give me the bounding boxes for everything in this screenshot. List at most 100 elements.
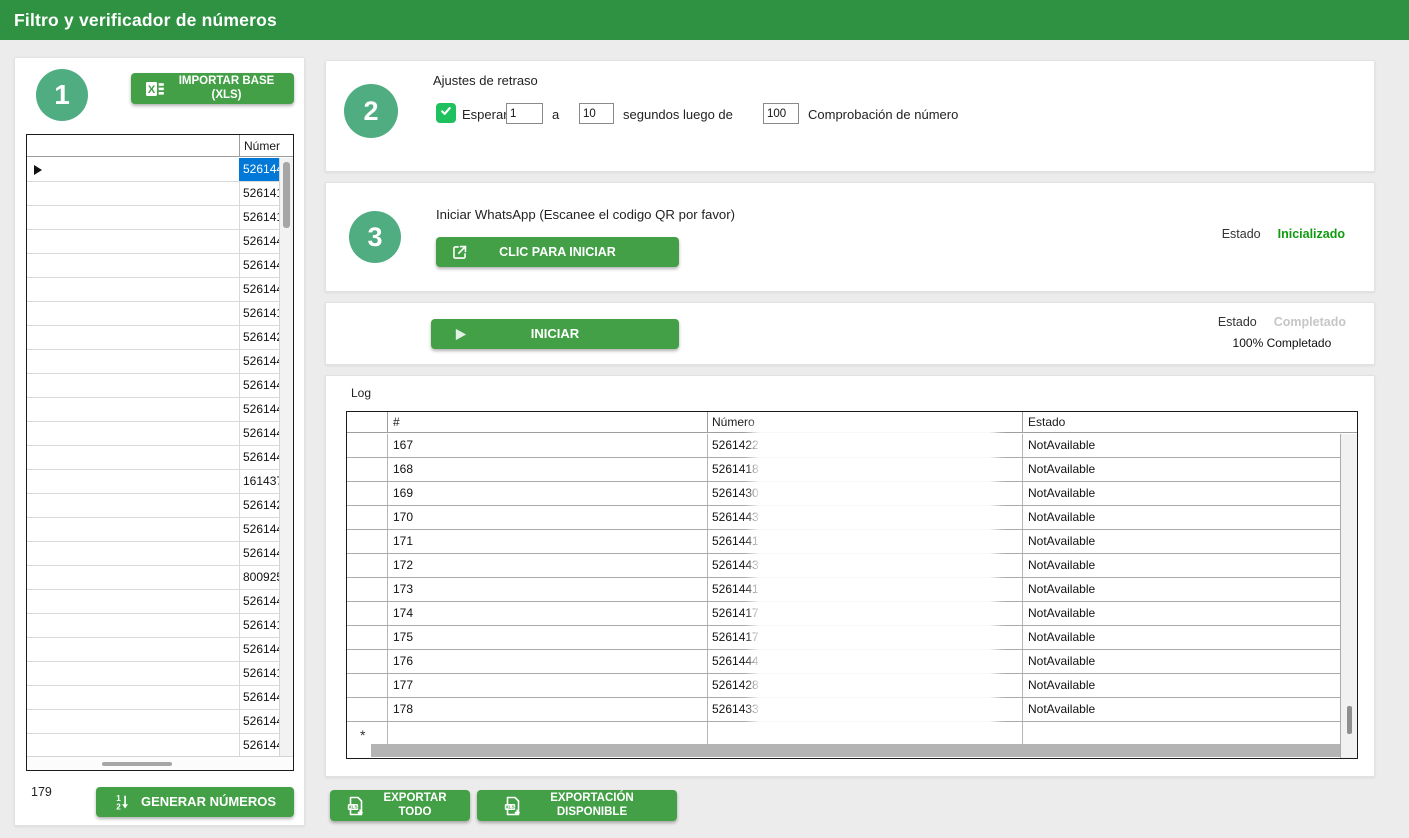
- numbers-grid-row[interactable]: 526141: [27, 662, 279, 686]
- wait-min-input[interactable]: [506, 103, 543, 124]
- numbers-grid-row[interactable]: 526144: [27, 710, 279, 734]
- numbers-grid-row[interactable]: 526144: [27, 254, 279, 278]
- redaction-overlay: [759, 429, 990, 726]
- numbers-grid-row[interactable]: 526144: [27, 734, 279, 756]
- numero-cell[interactable]: 526144: [239, 158, 279, 181]
- new-row-marker: *: [360, 722, 365, 744]
- numbers-grid-header: Número: [27, 135, 293, 157]
- numbers-grid-vertical-scrollbar[interactable]: [279, 158, 293, 756]
- numbers-grid-row[interactable]: 526144: [27, 518, 279, 542]
- numero-cell[interactable]: 526144: [239, 518, 279, 541]
- numbers-grid-row[interactable]: 526144: [27, 158, 279, 182]
- to-label: a: [552, 107, 559, 122]
- scrollbar-thumb[interactable]: [102, 762, 172, 766]
- numero-cell[interactable]: 526144: [239, 350, 279, 373]
- svg-text:XLS: XLS: [348, 804, 358, 810]
- log-estado-cell: NotAvailable: [1028, 674, 1328, 697]
- numbers-grid-row[interactable]: 161437: [27, 470, 279, 494]
- numbers-grid-row[interactable]: 526144: [27, 590, 279, 614]
- excel-icon: X: [145, 79, 165, 99]
- wait-max-input[interactable]: [579, 103, 614, 124]
- log-table[interactable]: # Número Estado 167 5261422 NotAvailable…: [346, 411, 1358, 759]
- numero-cell[interactable]: 526141: [239, 662, 279, 685]
- log-estado-cell: NotAvailable: [1028, 506, 1328, 529]
- numero-cell[interactable]: 526144: [239, 686, 279, 709]
- numbers-grid-row[interactable]: 526144: [27, 230, 279, 254]
- scrollbar-thumb[interactable]: [283, 162, 290, 228]
- numbers-grid-row[interactable]: 526144: [27, 422, 279, 446]
- log-index-cell: 169: [393, 482, 701, 505]
- numero-cell[interactable]: 526141: [239, 302, 279, 325]
- step1-badge: 1: [36, 69, 88, 121]
- title-bar: Filtro y verificador de números: [0, 0, 1409, 40]
- numero-cell[interactable]: 161437: [239, 470, 279, 493]
- svg-text:2: 2: [116, 803, 121, 811]
- numero-cell[interactable]: 526144: [239, 278, 279, 301]
- numero-cell[interactable]: 526144: [239, 254, 279, 277]
- seconds-after-label: segundos luego de: [623, 107, 733, 122]
- numbers-grid-row[interactable]: 526144: [27, 398, 279, 422]
- export-available-button[interactable]: XLS EXPORTACIÓN DISPONIBLE: [477, 790, 677, 821]
- numbers-grid-row[interactable]: 526144: [27, 446, 279, 470]
- svg-text:XLS: XLS: [505, 804, 515, 810]
- numbers-grid-horizontal-scrollbar[interactable]: [27, 756, 293, 770]
- log-index-cell: 173: [393, 578, 701, 601]
- numbers-grid-row[interactable]: 526144: [27, 350, 279, 374]
- numero-cell[interactable]: 526142: [239, 494, 279, 517]
- numero-cell[interactable]: 526144: [239, 638, 279, 661]
- numero-cell[interactable]: 526144: [239, 422, 279, 445]
- numbers-grid-row[interactable]: 526141: [27, 182, 279, 206]
- numbers-grid-row[interactable]: 526144: [27, 374, 279, 398]
- numbers-grid-row[interactable]: 526144: [27, 542, 279, 566]
- numero-cell[interactable]: 526144: [239, 374, 279, 397]
- log-index-cell: 172: [393, 554, 701, 577]
- click-to-start-button[interactable]: CLIC PARA INICIAR: [436, 237, 679, 267]
- numero-cell[interactable]: 526141: [239, 206, 279, 229]
- wait-checkbox[interactable]: [436, 103, 456, 123]
- numero-cell[interactable]: 526142: [239, 326, 279, 349]
- numero-cell[interactable]: 526144: [239, 710, 279, 733]
- export-all-button-label: EXPORTAR TODO: [375, 792, 455, 818]
- numero-cell[interactable]: 526144: [239, 590, 279, 613]
- numero-cell[interactable]: 526144: [239, 446, 279, 469]
- scrollbar-thumb[interactable]: [1347, 706, 1352, 734]
- whatsapp-instruction: Iniciar WhatsApp (Escanee el codigo QR p…: [436, 207, 735, 222]
- numbers-grid-row[interactable]: 526141: [27, 206, 279, 230]
- start-run-button[interactable]: INICIAR: [431, 319, 679, 349]
- log-estado-cell: [1028, 722, 1328, 744]
- step2-badge: 2: [344, 84, 398, 138]
- log-vertical-scrollbar[interactable]: [1340, 434, 1357, 758]
- check-count-input[interactable]: [763, 103, 799, 124]
- numbers-grid-row[interactable]: 526141: [27, 614, 279, 638]
- numero-cell[interactable]: 526144: [239, 230, 279, 253]
- numero-cell[interactable]: 526141: [239, 182, 279, 205]
- xls-download-icon: XLS: [345, 795, 367, 817]
- import-base-button[interactable]: X IMPORTAR BASE (XLS): [131, 73, 294, 104]
- numbers-grid-row[interactable]: 526144: [27, 638, 279, 662]
- export-all-button[interactable]: XLS EXPORTAR TODO: [330, 790, 470, 821]
- numbers-grid-row[interactable]: 526144: [27, 278, 279, 302]
- numbers-grid[interactable]: Número 526144 526141 526141 526144 52614…: [26, 134, 294, 771]
- export-available-button-label: EXPORTACIÓN DISPONIBLE: [532, 792, 652, 818]
- sort-numeric-icon: 12: [114, 793, 132, 811]
- generate-numbers-button[interactable]: 12 GENERAR NÚMEROS: [96, 787, 294, 817]
- numero-cell[interactable]: 526144: [239, 398, 279, 421]
- numero-cell[interactable]: 526141: [239, 614, 279, 637]
- numero-cell[interactable]: 526144: [239, 542, 279, 565]
- log-estado-cell: NotAvailable: [1028, 698, 1328, 721]
- step2-panel: 2 Ajustes de retraso Esperar a segundos …: [325, 60, 1375, 172]
- numero-cell[interactable]: 800925: [239, 566, 279, 589]
- log-index-cell: 168: [393, 458, 701, 481]
- log-horizontal-scrollbar[interactable]: [371, 744, 1340, 757]
- numbers-grid-row[interactable]: 526142: [27, 326, 279, 350]
- numbers-grid-row[interactable]: 800925: [27, 566, 279, 590]
- numbers-grid-row[interactable]: 526144: [27, 686, 279, 710]
- numero-cell[interactable]: 526144: [239, 734, 279, 756]
- run-panel: INICIAR Estado Completado 100% Completad…: [325, 302, 1375, 365]
- numbers-grid-row[interactable]: 526141: [27, 302, 279, 326]
- open-in-new-icon: [450, 243, 469, 262]
- numbers-grid-row[interactable]: 526142: [27, 494, 279, 518]
- wait-label: Esperar: [462, 107, 507, 122]
- app-title: Filtro y verificador de números: [0, 0, 1409, 40]
- log-index-cell: 174: [393, 602, 701, 625]
